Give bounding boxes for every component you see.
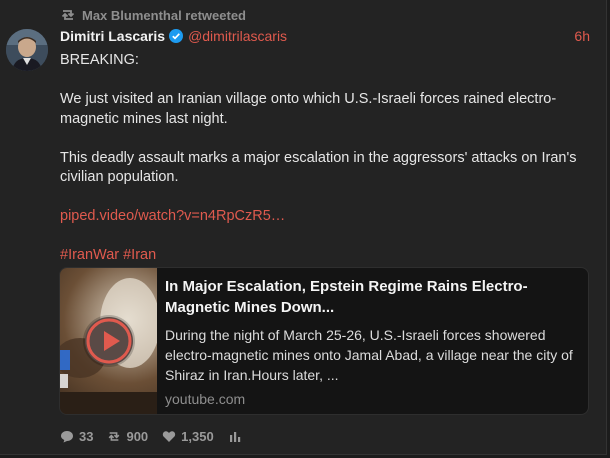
thumbnail-caption-strip	[60, 392, 157, 414]
tweet-card[interactable]: Max Blumenthal retweeted Dimitri Lascari…	[0, 0, 607, 455]
video-thumbnail[interactable]	[60, 268, 157, 414]
retweet-indicator: Max Blumenthal retweeted	[60, 7, 246, 23]
play-button[interactable]	[85, 317, 133, 365]
analytics-button[interactable]	[228, 430, 242, 443]
link-preview-title[interactable]: In Major Escalation, Epstein Regime Rain…	[165, 276, 580, 318]
like-icon	[163, 430, 176, 442]
avatar[interactable]	[6, 29, 48, 71]
retweet-count-value: 900	[126, 428, 149, 444]
tweet-hashtags[interactable]: #IranWar #Iran	[60, 246, 590, 266]
tweet-paragraph: BREAKING:	[60, 52, 139, 68]
like-count[interactable]: 1,350	[162, 429, 214, 444]
stats-icon	[229, 431, 240, 442]
link-preview-domain: youtube.com	[165, 391, 246, 407]
tweet-header: Dimitri Lascaris @dimitrilascaris 6h	[60, 27, 590, 45]
tweet-time[interactable]: 6h	[574, 28, 590, 44]
reply-count[interactable]: 33	[60, 429, 93, 444]
play-icon	[86, 318, 132, 364]
tweet-stats: 33 900 1,350	[60, 428, 242, 444]
author-handle[interactable]: @dimitrilascaris	[188, 28, 287, 44]
tweet-paragraph: We just visited an Iranian village onto …	[60, 91, 557, 127]
tweet-body: BREAKING: We just visited an Iranian vil…	[60, 51, 590, 266]
reply-count-value: 33	[79, 428, 94, 444]
reply-icon	[61, 430, 73, 442]
link-preview-description: During the night of March 25-26, U.S.-Is…	[165, 327, 573, 383]
retweet-count[interactable]: 900	[107, 429, 148, 444]
retweet-icon	[109, 431, 120, 441]
like-count-value: 1,350	[181, 428, 214, 444]
tweet-paragraph: This deadly assault marks a major escala…	[60, 149, 577, 186]
link-preview-text: In Major Escalation, Epstein Regime Rain…	[157, 268, 588, 414]
verified-badge-icon	[169, 29, 184, 43]
retweet-icon	[61, 10, 75, 20]
avatar-image	[6, 29, 48, 71]
author-name[interactable]: Dimitri Lascaris	[60, 28, 165, 44]
link-preview-card[interactable]: In Major Escalation, Epstein Regime Rain…	[59, 267, 589, 415]
tweet-link[interactable]: piped.video/watch?v=n4RpCzR5…	[60, 207, 590, 227]
retweet-text: Max Blumenthal retweeted	[82, 7, 246, 23]
